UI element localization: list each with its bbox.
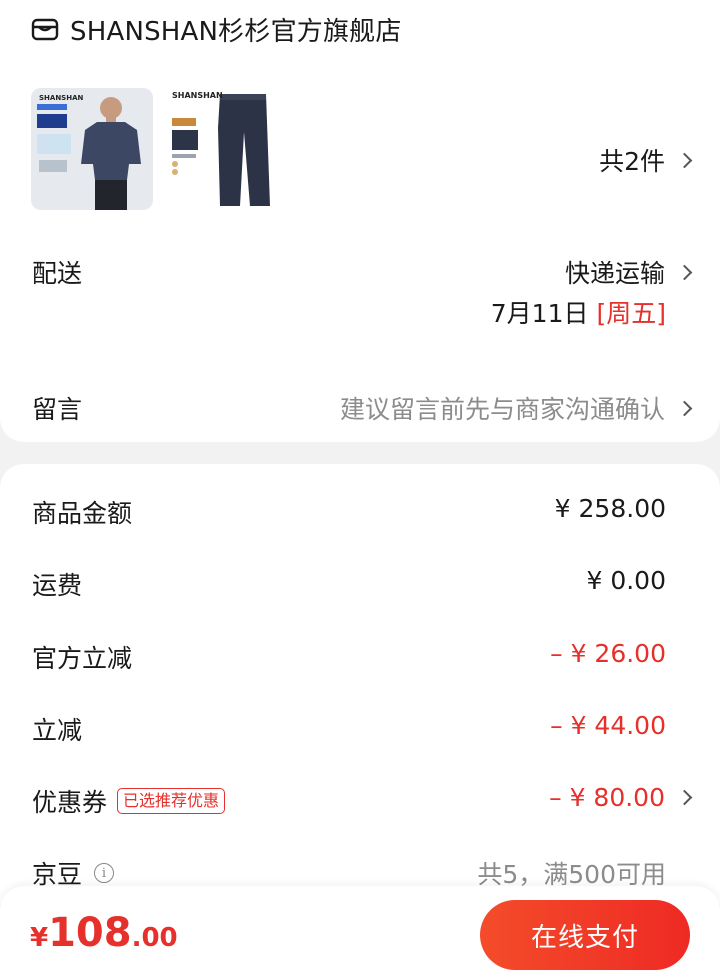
official-discount-label: 官方立减 bbox=[32, 644, 133, 673]
product-thumbnail-pants[interactable]: SHANSHAN bbox=[164, 88, 286, 210]
store-name: SHANSHAN杉杉官方旗舰店 bbox=[70, 16, 402, 47]
coupon-recommended-badge: 已选推荐优惠 bbox=[117, 788, 226, 814]
chevron-right-icon bbox=[676, 264, 693, 280]
store-header[interactable]: SHANSHAN杉杉官方旗舰店 bbox=[30, 12, 402, 47]
message-label: 留言 bbox=[32, 395, 83, 424]
pants-image bbox=[164, 88, 286, 210]
price-summary-card: 商品金额 ¥ 258.00 运费 ¥ 0.00 官方立减 – ¥ 26.00 立… bbox=[0, 464, 720, 904]
item-count-label: 共2件 bbox=[599, 147, 665, 176]
product-brand-label: SHANSHAN bbox=[172, 91, 223, 100]
coupon-value: – ¥ 80.00 bbox=[549, 783, 665, 812]
order-items-card: SHANSHAN杉杉官方旗舰店 SHANSHAN SHANSHAN 共2件 配送… bbox=[0, 0, 720, 442]
chevron-right-icon bbox=[676, 789, 693, 806]
delivery-date: 7月11日 [周五] bbox=[491, 294, 666, 330]
official-discount-value: – ¥ 26.00 bbox=[550, 639, 666, 668]
goods-amount-value: ¥ 258.00 bbox=[554, 494, 666, 523]
delivery-method: 快递运输 bbox=[564, 259, 665, 288]
checkout-bar: ¥ 108 .00 在线支付 bbox=[0, 886, 720, 976]
delivery-label: 配送 bbox=[32, 259, 83, 288]
product-brand-label: SHANSHAN bbox=[39, 94, 84, 102]
item-count-link[interactable]: 共2件 bbox=[599, 142, 693, 178]
coupon-row-label: 优惠券 已选推荐优惠 bbox=[32, 783, 226, 819]
product-thumbnail-tshirt[interactable]: SHANSHAN bbox=[31, 88, 153, 210]
coupon-selector[interactable]: – ¥ 80.00 bbox=[549, 783, 693, 812]
message-input[interactable]: 建议留言前先与商家沟通确认 bbox=[339, 390, 693, 426]
message-placeholder: 建议留言前先与商家沟通确认 bbox=[339, 395, 665, 424]
delivery-method-selector[interactable]: 快递运输 bbox=[564, 254, 693, 290]
goods-amount-label: 商品金额 bbox=[32, 499, 133, 528]
chevron-right-icon bbox=[676, 152, 693, 168]
coupon-label: 优惠券 bbox=[32, 788, 108, 817]
order-total: ¥ 108 .00 bbox=[30, 910, 178, 956]
chevron-right-icon bbox=[676, 400, 693, 416]
instant-discount-value: – ¥ 44.00 bbox=[550, 711, 666, 740]
tshirt-image bbox=[31, 88, 153, 210]
total-currency: ¥ bbox=[30, 923, 49, 953]
shipping-label: 运费 bbox=[32, 571, 83, 600]
info-icon[interactable]: i bbox=[94, 863, 115, 883]
total-integer: 108 bbox=[48, 910, 132, 956]
total-decimal: .00 bbox=[131, 923, 178, 953]
delivery-weekday: [周五] bbox=[596, 299, 666, 328]
pay-online-button[interactable]: 在线支付 bbox=[480, 900, 690, 970]
store-icon bbox=[31, 18, 59, 41]
instant-discount-label: 立减 bbox=[32, 716, 83, 745]
shipping-value: ¥ 0.00 bbox=[586, 566, 666, 595]
delivery-date-text: 7月11日 bbox=[490, 299, 589, 328]
